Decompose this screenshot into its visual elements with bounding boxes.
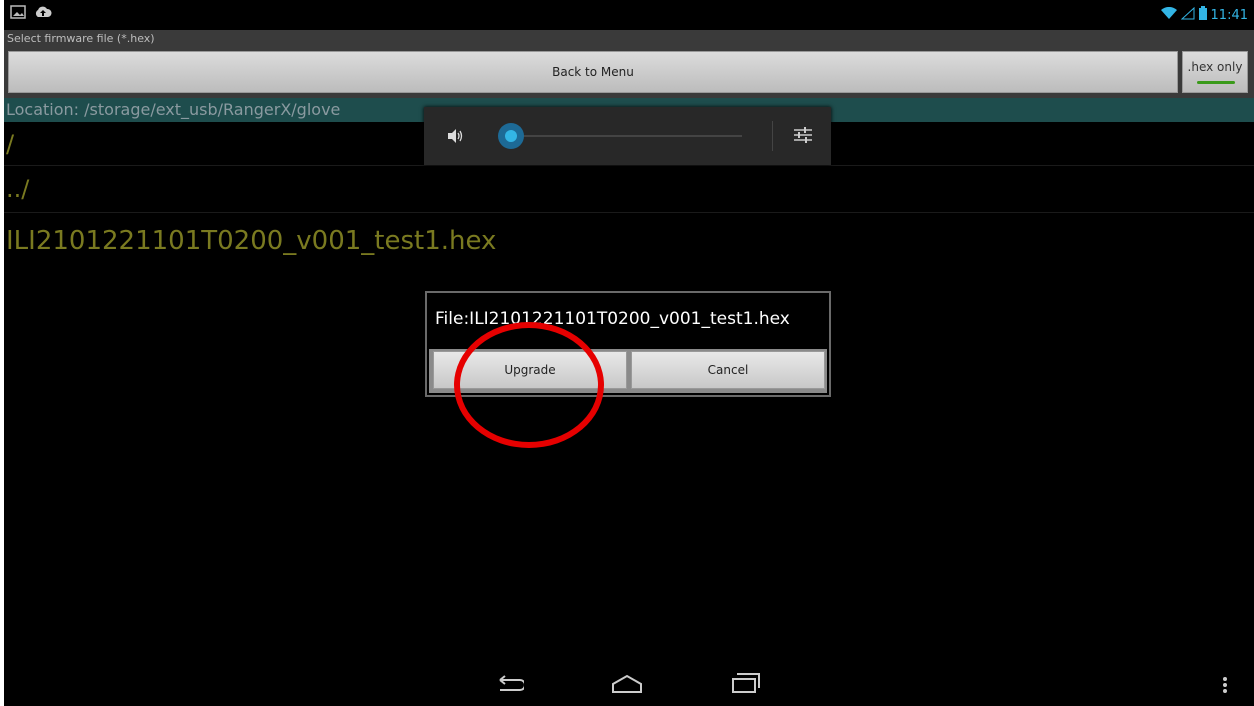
volume-panel bbox=[424, 107, 831, 165]
overflow-menu-icon[interactable] bbox=[1222, 676, 1228, 698]
hex-only-toggle[interactable]: .hex only bbox=[1182, 51, 1248, 93]
app-title: Select firmware file (*.hex) bbox=[4, 30, 1254, 48]
speaker-icon[interactable] bbox=[446, 127, 464, 149]
signal-icon bbox=[1180, 6, 1195, 24]
list-item-hex-file[interactable]: ILI2101221101T0200_v001_test1.hex bbox=[4, 213, 1254, 269]
home-icon[interactable] bbox=[611, 674, 643, 698]
wifi-icon bbox=[1160, 6, 1177, 24]
dialog-button-bar: Upgrade Cancel bbox=[429, 349, 827, 393]
cloud-upload-icon bbox=[34, 5, 52, 23]
recents-icon[interactable] bbox=[731, 672, 761, 698]
toggle-indicator bbox=[1197, 81, 1235, 84]
status-bar: 11:41 bbox=[4, 0, 1254, 30]
battery-icon bbox=[1198, 6, 1207, 24]
hex-only-label: .hex only bbox=[1187, 60, 1243, 74]
android-screen: 11:41 Select firmware file (*.hex) Back … bbox=[4, 0, 1254, 706]
gallery-icon bbox=[10, 5, 26, 23]
clock-text: 11:41 bbox=[1210, 7, 1248, 23]
divider bbox=[772, 121, 773, 151]
dialog-title: File:ILI2101221101T0200_v001_test1.hex bbox=[435, 309, 790, 329]
volume-slider-thumb[interactable] bbox=[498, 123, 524, 149]
navigation-bar bbox=[4, 662, 1254, 706]
settings-sliders-icon[interactable] bbox=[792, 125, 814, 149]
back-to-menu-button[interactable]: Back to Menu bbox=[8, 51, 1178, 93]
upgrade-dialog: File:ILI2101221101T0200_v001_test1.hex U… bbox=[425, 291, 831, 397]
list-item-parent[interactable]: ../ bbox=[4, 166, 1254, 213]
back-icon[interactable] bbox=[494, 674, 526, 698]
toolbar: Back to Menu .hex only bbox=[4, 48, 1254, 98]
cancel-button[interactable]: Cancel bbox=[631, 351, 825, 389]
upgrade-button[interactable]: Upgrade bbox=[433, 351, 627, 389]
volume-slider-track[interactable] bbox=[512, 135, 742, 137]
